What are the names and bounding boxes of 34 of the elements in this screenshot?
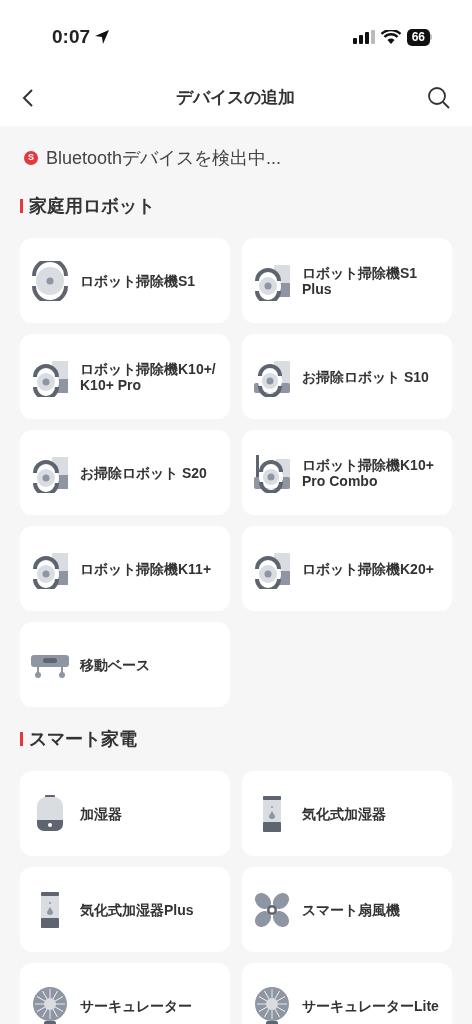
- signal-icon: [352, 30, 375, 44]
- wifi-icon: [380, 30, 401, 44]
- robot-vacuum-icon: [30, 260, 70, 301]
- robot-vacuum-dock-icon: [252, 452, 292, 493]
- section-title: スマート家電: [29, 727, 137, 751]
- device-card[interactable]: お掃除ロボット S10: [242, 334, 452, 419]
- section-marker: [20, 732, 23, 746]
- device-card[interactable]: 加湿器: [20, 771, 230, 856]
- location-arrow-icon: [94, 29, 111, 45]
- device-card[interactable]: ロボット掃除機S1 Plus: [242, 238, 452, 323]
- device-card[interactable]: ロボット掃除機K10+ Pro Combo: [242, 430, 452, 515]
- device-card[interactable]: ロボット掃除機S1: [20, 238, 230, 323]
- search-icon: [427, 86, 451, 110]
- device-card[interactable]: ロボット掃除機K11+: [20, 526, 230, 611]
- device-card[interactable]: お掃除ロボット S20: [20, 430, 230, 515]
- section-title: 家庭用ロボット: [29, 194, 155, 218]
- search-button[interactable]: [426, 85, 452, 111]
- device-card[interactable]: ロボット掃除機K10+/ K10+ Pro: [20, 334, 230, 419]
- bluetooth-scan-badge: S: [24, 151, 38, 165]
- page-title: デバイスの追加: [175, 87, 295, 110]
- section-marker: [20, 199, 23, 213]
- device-card[interactable]: サーキュレーターLite: [242, 963, 452, 1024]
- chevron-left-icon: [20, 88, 36, 108]
- device-card[interactable]: 気化式加湿器Plus: [20, 867, 230, 952]
- circulator-fan-icon: [252, 985, 292, 1024]
- circulator-fan-icon: [30, 985, 70, 1024]
- battery-icon: 66: [406, 28, 432, 46]
- scan-status-text: Bluetoothデバイスを検出中...: [46, 146, 282, 170]
- status-time: 0:07: [52, 24, 91, 49]
- device-card[interactable]: サーキュレーター: [20, 963, 230, 1024]
- device-card[interactable]: ロボット掃除機K20+: [242, 526, 452, 611]
- device-card[interactable]: スマート扇風機: [242, 867, 452, 952]
- device-card[interactable]: 移動ベース: [20, 622, 230, 707]
- device-card[interactable]: 気化式加湿器: [242, 771, 452, 856]
